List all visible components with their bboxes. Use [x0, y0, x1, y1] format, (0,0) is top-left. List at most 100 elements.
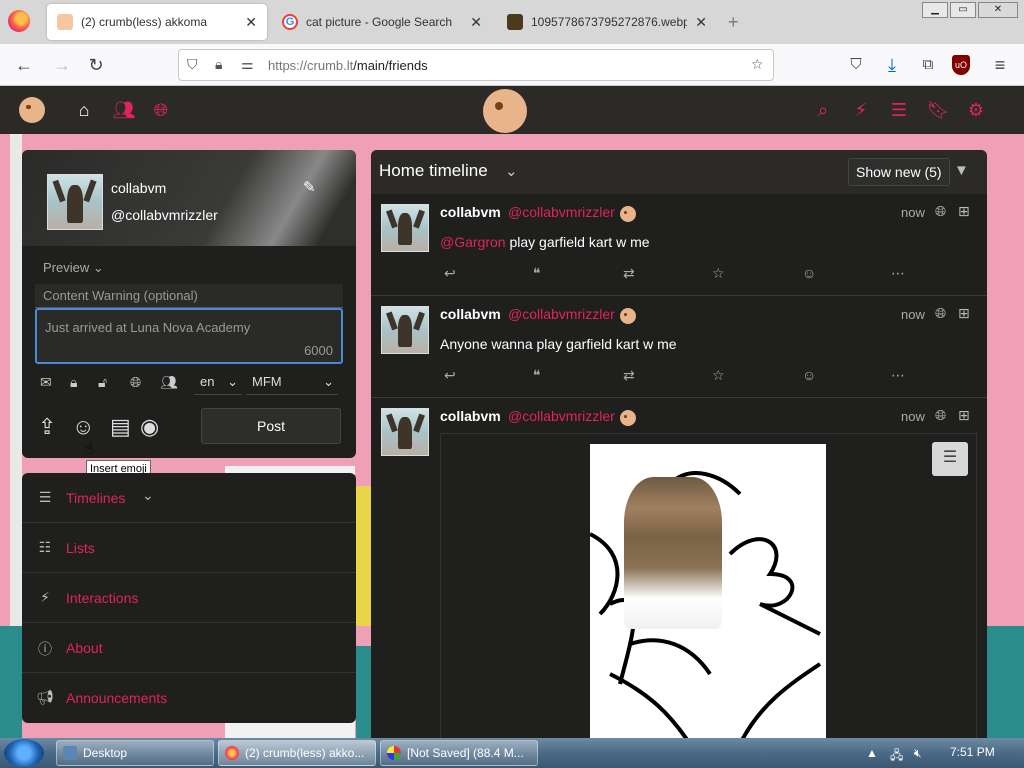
repeat-icon[interactable]: ⇄ — [623, 265, 635, 282]
search-icon[interactable]: ⌕ — [811, 98, 835, 122]
taskbar-item-notsaved[interactable]: [Not Saved] (88.4 M... — [380, 740, 538, 766]
filter-icon[interactable]: ▼ — [954, 162, 969, 179]
reply-icon[interactable]: ↩ — [444, 265, 456, 282]
favorite-star-icon[interactable]: ☆ — [712, 367, 725, 384]
tab-crumb[interactable]: (2) crumb(less) akkoma ✕ — [47, 4, 267, 40]
tab-close-icon[interactable]: ✕ — [695, 14, 707, 31]
close-window-icon[interactable]: ✕ — [978, 2, 1018, 18]
format-select[interactable]: MFM ⌄ — [246, 371, 338, 395]
more-icon[interactable]: ⋯ — [891, 265, 905, 282]
globe-icon[interactable]: 🌐︎ — [130, 374, 141, 391]
url-text[interactable]: https://crumb.lt/main/friends — [268, 58, 428, 73]
emoji-react-icon[interactable]: ☺ — [802, 367, 816, 383]
bookmark-icon[interactable]: 🔖︎ — [926, 98, 950, 122]
repeat-icon[interactable]: ⇄ — [623, 367, 635, 384]
show-new-button[interactable]: Show new (5) — [848, 158, 950, 186]
mention-link[interactable]: @Gargron — [440, 234, 506, 250]
attachment-image[interactable] — [590, 444, 826, 738]
chevron-down-icon[interactable]: ⌄ — [505, 162, 518, 180]
reload-icon[interactable]: ↻ — [84, 53, 108, 77]
more-icon[interactable]: ⋯ — [891, 367, 905, 384]
pocket-icon[interactable]: ⛉ — [844, 53, 868, 77]
nav-item-timelines[interactable]: ☰ Timelines ⌄ — [22, 473, 356, 523]
upload-icon[interactable]: ⇪ — [38, 414, 56, 440]
users-icon[interactable]: 👥︎ — [160, 374, 178, 391]
nav-item-interactions[interactable]: ⚡︎ Interactions — [22, 573, 356, 623]
timeline-title[interactable]: Home timeline — [379, 161, 488, 181]
back-icon[interactable]: ← — [12, 53, 36, 77]
forward-icon[interactable]: → — [50, 53, 74, 77]
home-icon[interactable]: ⌂ — [72, 98, 96, 122]
compose-textarea[interactable]: Just arrived at Luna Nova Academy 6000 — [35, 308, 343, 364]
permissions-icon[interactable]: ⚌ — [241, 56, 254, 73]
user-handle[interactable]: @collabvmrizzler — [111, 207, 218, 223]
chevron-down-icon[interactable]: ⌄ — [142, 487, 154, 504]
menu-icon[interactable]: ≡ — [988, 53, 1012, 77]
gear-icon[interactable]: ⚙ — [964, 98, 988, 122]
post-button[interactable]: Post — [201, 408, 341, 444]
status-avatar[interactable] — [381, 408, 429, 456]
nav-item-lists[interactable]: ☷ Lists — [22, 523, 356, 573]
poll-icon[interactable]: ▤ — [110, 414, 131, 440]
user-name[interactable]: collabvm — [111, 180, 166, 196]
language-select[interactable]: en ⌄ — [194, 371, 242, 395]
status-author-name[interactable]: collabvm — [440, 204, 501, 220]
clock[interactable]: 7:51 PM — [950, 745, 995, 759]
tab-image[interactable]: 1095778673795272876.webp (W ✕ — [497, 4, 717, 40]
unlock-icon[interactable]: 🔓︎ — [98, 374, 107, 391]
downloads-icon[interactable]: ⤓ — [880, 53, 904, 77]
emoji-react-icon[interactable]: ☺ — [802, 265, 816, 281]
expand-icon[interactable]: ⊞ — [958, 407, 970, 424]
quote-icon[interactable]: ❝ — [533, 367, 541, 384]
lock-icon[interactable]: 🔒︎ — [215, 56, 222, 73]
envelope-icon[interactable]: ✉ — [40, 374, 52, 391]
tab-google[interactable]: G cat picture - Google Search ✕ — [272, 4, 492, 40]
quote-icon[interactable]: ❝ — [533, 265, 541, 282]
tab-close-icon[interactable]: ✕ — [245, 14, 257, 31]
globe-icon[interactable]: 🌐︎ — [149, 98, 173, 122]
bolt-icon[interactable]: ⚡︎ — [849, 98, 873, 122]
bookmark-star-icon[interactable]: ☆ — [751, 56, 764, 73]
list-icon[interactable]: ☰ — [887, 98, 911, 122]
status-time[interactable]: now — [901, 409, 925, 424]
status-author-handle[interactable]: @collabvmrizzler — [508, 306, 615, 322]
nav-item-about[interactable]: ⓘ About — [22, 623, 356, 673]
avatar[interactable] — [47, 174, 103, 230]
new-tab-icon[interactable]: + — [728, 12, 739, 33]
expand-icon[interactable]: ⊞ — [958, 305, 970, 322]
tray-arrow-icon[interactable]: ▲ — [866, 746, 878, 760]
network-icon[interactable]: 🖧︎ — [890, 746, 903, 767]
status-avatar[interactable] — [381, 306, 429, 354]
status-author-handle[interactable]: @collabvmrizzler — [508, 408, 615, 424]
eye-slash-icon[interactable]: ◉ — [140, 414, 159, 440]
edit-profile-icon[interactable]: ✎ — [303, 178, 316, 196]
minimize-icon[interactable]: ▁ — [922, 2, 948, 18]
site-logo[interactable] — [483, 89, 527, 133]
shield-icon[interactable]: ⛉ — [187, 56, 198, 73]
media-controls-icon[interactable]: ☰ — [932, 442, 968, 476]
status-author-name[interactable]: collabvm — [440, 306, 501, 322]
expand-icon[interactable]: ⊞ — [958, 203, 970, 220]
status-author-name[interactable]: collabvm — [440, 408, 501, 424]
taskbar-item-desktop[interactable]: Desktop — [56, 740, 214, 766]
nav-item-announcements[interactable]: 📢︎ Announcements — [22, 673, 356, 723]
status-time[interactable]: now — [901, 205, 925, 220]
firefox-menu-icon[interactable] — [8, 10, 30, 32]
status-author-handle[interactable]: @collabvmrizzler — [508, 204, 615, 220]
ublock-icon[interactable]: uO — [952, 55, 970, 75]
reply-icon[interactable]: ↩ — [444, 367, 456, 384]
favorite-star-icon[interactable]: ☆ — [712, 265, 725, 282]
extensions-icon[interactable]: ⧉ — [916, 53, 940, 77]
lock-icon[interactable]: 🔒︎ — [70, 374, 77, 391]
volume-muted-icon[interactable]: 🔇︎ — [914, 746, 922, 761]
tab-close-icon[interactable]: ✕ — [470, 14, 482, 31]
site-logo-small[interactable] — [19, 97, 45, 123]
start-button[interactable] — [4, 739, 44, 767]
preview-toggle[interactable]: Preview ⌄ — [43, 260, 104, 276]
emoji-icon[interactable]: ☺ — [72, 414, 94, 440]
taskbar-item-firefox[interactable]: (2) crumb(less) akko... — [218, 740, 376, 766]
content-warning-input[interactable]: Content Warning (optional) — [35, 284, 343, 308]
status-avatar[interactable] — [381, 204, 429, 252]
users-icon[interactable]: 👥︎ — [112, 98, 136, 122]
url-bar[interactable]: ⛉ 🔒︎ ⚌ https://crumb.lt/main/friends ☆ — [178, 49, 774, 81]
